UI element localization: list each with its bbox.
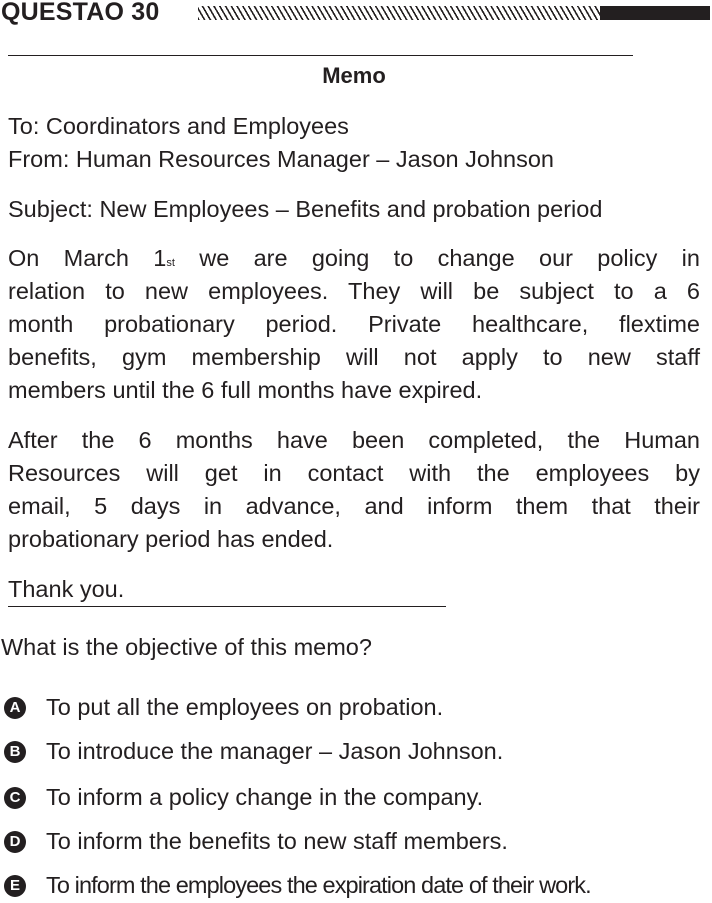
memo-paragraph-2: After the 6 months have been completed, …: [8, 424, 700, 556]
option-letter-badge: E: [4, 875, 26, 897]
paragraph-1-line-3: month probationary period. Private healt…: [8, 311, 700, 337]
date-text: On March 1: [8, 245, 167, 271]
option-letter-badge: A: [4, 697, 26, 719]
option-letter-badge: D: [4, 831, 26, 853]
question-number-label: QUESTAO 30: [1, 0, 160, 26]
memo-title: Memo: [322, 63, 386, 88]
option-text: To inform a policy change in the company…: [46, 784, 484, 810]
answer-option-b[interactable]: B To introduce the manager – Jason Johns…: [4, 733, 710, 769]
memo-to-line: To: Coordinators and Employees: [8, 113, 349, 139]
answer-option-e[interactable]: E To inform the employees the expiration…: [4, 867, 710, 903]
memo-from-line: From: Human Resources Manager – Jason Jo…: [8, 146, 554, 172]
answer-option-d[interactable]: D To inform the benefits to new staff me…: [4, 823, 710, 859]
paragraph-1-line-4: benefits, gym membership will not apply …: [8, 344, 700, 370]
paragraph-2-line-2: Resources will get in contact with the e…: [8, 460, 700, 486]
paragraph-1-line-5: members until the 6 full months have exp…: [8, 377, 483, 403]
header-hatch-decoration: [198, 6, 600, 20]
option-letter-badge: C: [4, 787, 26, 809]
paragraph-2-line-4: probationary period has ended.: [8, 526, 334, 552]
paragraph-1-line-2: relation to new employees. They will be …: [8, 278, 700, 304]
paragraph-1-line-1: On March 1st we are going to change our …: [8, 242, 700, 275]
option-text: To inform the benefits to new staff memb…: [46, 828, 508, 854]
question-prompt: What is the objective of this memo?: [1, 634, 372, 660]
paragraph-2-line-3: email, 5 days in advance, and inform the…: [8, 493, 700, 519]
option-text: To inform the employees the expiration d…: [46, 872, 592, 898]
memo-bottom-rule: [8, 606, 446, 607]
option-text: To put all the employees on probation.: [46, 694, 444, 720]
memo-closing: Thank you.: [8, 576, 125, 602]
paragraph-1-line-1-rest: we are going to change our policy in: [174, 245, 700, 271]
question-header: QUESTAO 30: [0, 0, 712, 30]
header-black-bar: [600, 6, 710, 20]
answer-option-a[interactable]: A To put all the employees on probation.: [4, 689, 710, 725]
ordinal-suffix: st: [166, 257, 175, 269]
paragraph-2-line-1: After the 6 months have been completed, …: [8, 427, 700, 453]
answer-option-c[interactable]: C To inform a policy change in the compa…: [4, 779, 710, 815]
option-letter-badge: B: [4, 741, 26, 763]
memo-top-rule: [8, 55, 633, 56]
option-text: To introduce the manager – Jason Johnson…: [46, 738, 504, 764]
memo-paragraph-1: On March 1st we are going to change our …: [8, 242, 700, 407]
memo-subject-line: Subject: New Employees – Benefits and pr…: [8, 196, 603, 222]
